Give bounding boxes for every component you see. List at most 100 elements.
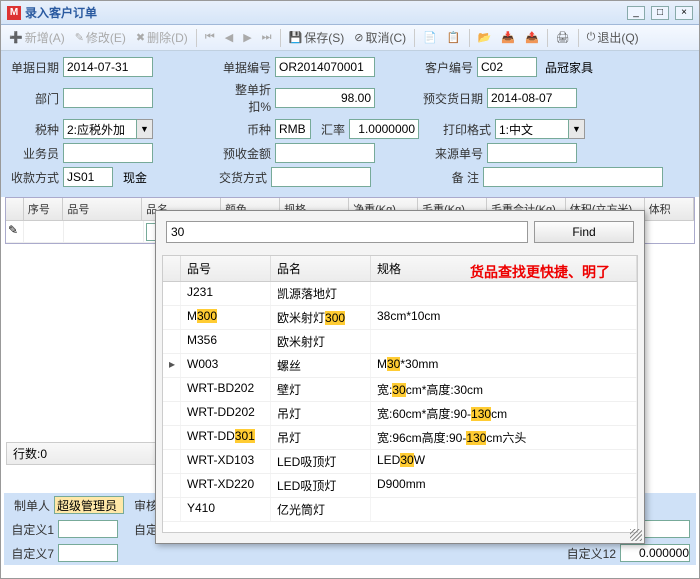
dept-label: 部门 <box>9 90 59 107</box>
row-pointer-icon <box>163 378 181 401</box>
rowcount-bar: 行数:0 <box>6 442 156 465</box>
maker-value: 超级管理员 <box>54 496 124 514</box>
audit-label: 审核 <box>128 497 158 514</box>
grid-col: 体积 <box>645 198 694 220</box>
row-pointer-icon <box>163 474 181 497</box>
custom1-input[interactable] <box>58 520 118 538</box>
search-result-row[interactable]: J231 凯源落地灯 <box>163 282 637 306</box>
search-result-grid: 品号 品名 规格 J231 凯源落地灯 M300 欧米射灯300 38cm*10… <box>162 255 638 533</box>
new-button[interactable]: ➕新增(A) <box>5 27 69 48</box>
remark-input[interactable] <box>483 167 663 187</box>
dept-input[interactable] <box>63 88 153 108</box>
app-logo-icon: M <box>7 6 21 20</box>
rate-label: 汇率 <box>315 121 345 138</box>
srcdoc-input[interactable] <box>487 143 577 163</box>
prepay-input[interactable] <box>275 143 375 163</box>
shipment-label: 交货方式 <box>217 169 267 186</box>
search-result-row[interactable]: WRT-XD103 LED吸顶灯 LED30W <box>163 450 637 474</box>
col-name: 品名 <box>271 256 371 281</box>
grid-col: 序号 <box>24 198 63 220</box>
remark-label: 备 注 <box>419 169 479 186</box>
row-pointer-icon: ▸ <box>163 354 181 377</box>
save-button[interactable]: 💾保存(S) <box>285 27 349 48</box>
custno-input[interactable] <box>477 57 537 77</box>
close-button[interactable]: × <box>675 6 693 20</box>
row-pointer-icon <box>163 306 181 329</box>
toolbar: ➕新增(A) ✎修改(E) ✖删除(D) ⏮ ◀ ▶ ⏭ 💾保存(S) ⊘取消(… <box>1 25 699 51</box>
window-title: 录入客户订单 <box>25 4 627 21</box>
delivery-input[interactable] <box>487 88 577 108</box>
custname-text: 品冠家具 <box>545 59 593 76</box>
row-pointer-icon <box>163 330 181 353</box>
custom7-input[interactable] <box>58 544 118 562</box>
custom12-input[interactable] <box>620 544 690 562</box>
discount-label: 整单折扣% <box>221 81 271 115</box>
search-result-row[interactable]: WRT-DD202 吊灯 宽:60cm*高度:90-130cm <box>163 402 637 426</box>
col-code: 品号 <box>181 256 271 281</box>
nav-prev-button[interactable]: ◀ <box>221 29 237 46</box>
shipment-input[interactable] <box>271 167 371 187</box>
grid-col: 品号 <box>63 198 142 220</box>
payment-name-text: 现金 <box>117 169 213 186</box>
sales-input[interactable] <box>63 143 153 163</box>
row-pointer-icon <box>163 402 181 425</box>
tax-select[interactable] <box>63 119 137 139</box>
custno-label: 客户编号 <box>423 59 473 76</box>
find-button[interactable]: Find <box>534 221 634 243</box>
prepay-label: 预收金额 <box>221 145 271 162</box>
footer-custom-row-2: 自定义7 自定义12 <box>4 541 696 565</box>
search-result-row[interactable]: WRT-BD202 壁灯 宽:30cm*高度:30cm <box>163 378 637 402</box>
search-result-row[interactable]: M356 欧米射灯 <box>163 330 637 354</box>
row-pointer-icon <box>163 450 181 473</box>
chevron-down-icon[interactable]: ▼ <box>137 119 153 139</box>
search-result-row[interactable]: WRT-DD301 吊灯 宽:96cm高度:90-130cm六头 <box>163 426 637 450</box>
srcdoc-label: 来源单号 <box>423 145 483 162</box>
search-result-row[interactable]: WRT-XD220 LED吸顶灯 D900mm <box>163 474 637 498</box>
docno-input[interactable] <box>275 57 375 77</box>
rate-input[interactable] <box>349 119 419 139</box>
cancel-button[interactable]: ⊘取消(C) <box>350 27 410 48</box>
tool-icon-2[interactable]: 📋 <box>443 29 465 46</box>
delivery-label: 预交货日期 <box>423 90 483 107</box>
nav-last-button[interactable]: ⏭ <box>258 29 276 46</box>
payment-label: 收款方式 <box>9 169 59 186</box>
row-pointer-icon <box>163 282 181 305</box>
tool-icon-6[interactable]: 🖨 <box>552 29 574 46</box>
exit-button[interactable]: ⏻退出(Q) <box>583 27 643 48</box>
currency-label: 币种 <box>221 121 271 138</box>
date-label: 单据日期 <box>9 59 59 76</box>
search-result-row[interactable]: M300 欧米射灯300 38cm*10cm <box>163 306 637 330</box>
chevron-down-icon[interactable]: ▼ <box>569 119 585 139</box>
annotation-text: 货品查找更快捷、明了 <box>470 262 610 282</box>
resize-grip-icon[interactable] <box>630 529 642 541</box>
tool-icon-1[interactable]: 📄 <box>419 29 441 46</box>
printfmt-label: 打印格式 <box>431 121 491 138</box>
row-pointer-icon <box>163 426 181 449</box>
payment-input[interactable] <box>63 167 113 187</box>
maximize-button[interactable]: □ <box>651 6 669 20</box>
nav-next-button[interactable]: ▶ <box>239 29 255 46</box>
tax-label: 税种 <box>9 121 59 138</box>
row-indicator-icon: ✎ <box>6 221 24 243</box>
tool-icon-4[interactable]: 📥 <box>497 29 519 46</box>
search-input[interactable] <box>166 221 528 243</box>
sales-label: 业务员 <box>9 145 59 162</box>
docno-label: 单据编号 <box>221 59 271 76</box>
edit-button[interactable]: ✎修改(E) <box>71 27 130 48</box>
search-result-row[interactable]: Y410 亿光筒灯 <box>163 498 637 522</box>
minimize-button[interactable]: _ <box>627 6 645 20</box>
date-input[interactable] <box>63 57 153 77</box>
currency-input[interactable] <box>275 119 311 139</box>
delete-button[interactable]: ✖删除(D) <box>132 27 192 48</box>
tool-icon-3[interactable]: 📂 <box>474 29 496 46</box>
product-search-popup: Find 品号 品名 规格 J231 凯源落地灯 M300 欧米射灯300 38… <box>155 210 645 544</box>
printfmt-select[interactable] <box>495 119 569 139</box>
tool-icon-5[interactable]: 📤 <box>521 29 543 46</box>
form-area: 单据日期 单据编号 客户编号 品冠家具 部门 整单折扣% 预交货日期 税种 ▼ … <box>1 51 699 197</box>
row-pointer-icon <box>163 498 181 521</box>
nav-first-button[interactable]: ⏮ <box>201 29 219 46</box>
search-result-row[interactable]: ▸ W003 螺丝 M30*30mm <box>163 354 637 378</box>
maker-label: 制单人 <box>10 497 50 514</box>
discount-input[interactable] <box>275 88 375 108</box>
titlebar: M 录入客户订单 _ □ × <box>1 1 699 25</box>
